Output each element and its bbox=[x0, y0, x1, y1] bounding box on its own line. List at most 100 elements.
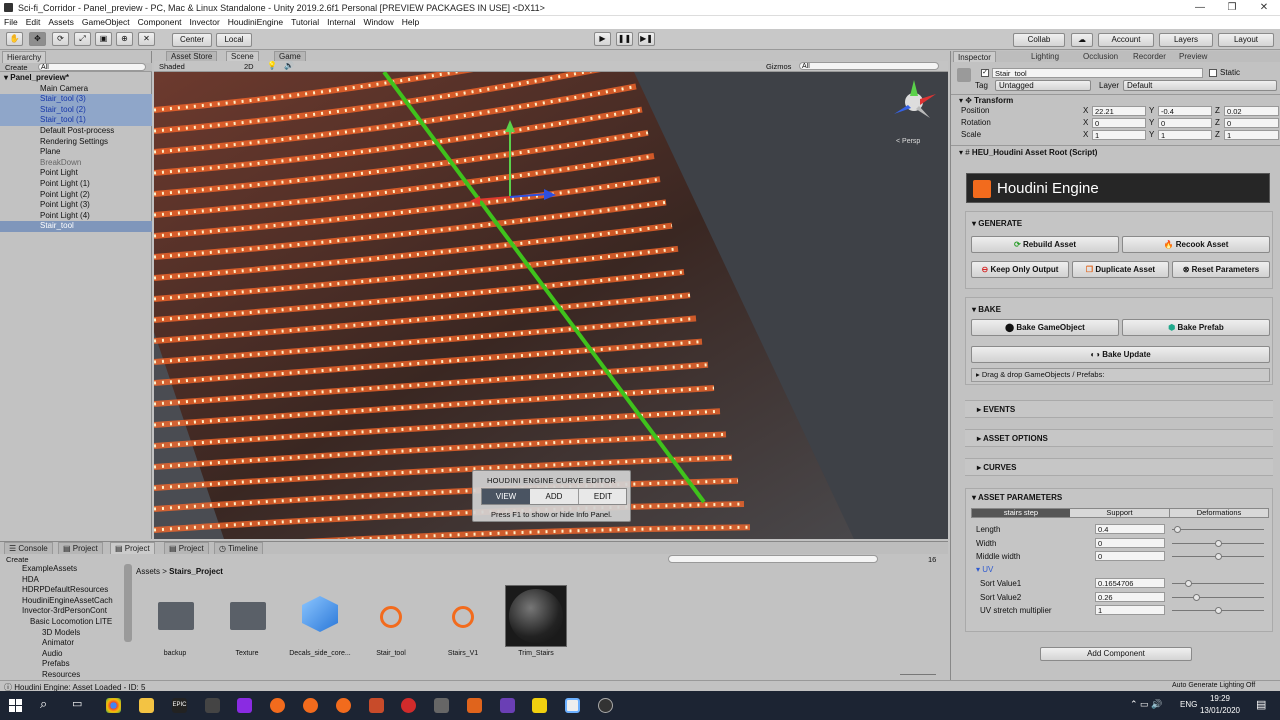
layout-dropdown[interactable]: Layout bbox=[1218, 33, 1274, 47]
menu-window[interactable]: Window bbox=[359, 16, 397, 27]
scale-z-input[interactable]: 1 bbox=[1224, 130, 1279, 140]
tree-item-audio[interactable]: Audio bbox=[0, 649, 132, 660]
tree-item-animator[interactable]: Animator bbox=[0, 638, 132, 649]
duplicate-asset-button[interactable]: ❐ Duplicate Asset bbox=[1072, 261, 1169, 278]
hierarchy-search-input[interactable]: All bbox=[38, 63, 146, 71]
bake-update-button[interactable]: ◐◑ Bake Update bbox=[971, 346, 1270, 363]
houdini-asset-icon[interactable] bbox=[380, 606, 402, 628]
folder-icon[interactable] bbox=[158, 602, 194, 630]
tab-occlusion[interactable]: Occlusion bbox=[1083, 52, 1118, 61]
tab-inspector[interactable]: Inspector bbox=[953, 51, 996, 62]
asset-texture[interactable]: Texture bbox=[216, 650, 278, 657]
tree-item-hdrp[interactable]: HDRPDefaultResources bbox=[0, 585, 132, 596]
tab-scene[interactable]: Scene bbox=[226, 51, 259, 61]
clock-time[interactable]: 19:29 bbox=[1200, 694, 1240, 703]
breadcrumb-stairs-project[interactable]: Stairs_Project bbox=[169, 567, 223, 576]
drag-drop-field[interactable]: ▸ Drag & drop GameObjects / Prefabs: bbox=[971, 368, 1270, 382]
script-header[interactable]: ▾ # HEU_Houdini Asset Root (Script) bbox=[951, 145, 1280, 157]
uv-param-slider-thumb-1[interactable] bbox=[1192, 593, 1200, 601]
param-tab-support[interactable]: Support bbox=[1070, 509, 1170, 517]
chrome-icon[interactable] bbox=[106, 698, 121, 713]
menu-help[interactable]: Help bbox=[398, 16, 423, 27]
tree-item-hda[interactable]: HDA bbox=[0, 575, 132, 586]
lighting-icon[interactable]: 💡 bbox=[267, 61, 277, 70]
project-create-button[interactable]: Create bbox=[6, 555, 29, 564]
app-icon[interactable] bbox=[500, 698, 515, 713]
hierarchy-create-button[interactable]: Create bbox=[5, 63, 28, 72]
hierarchy-item-point-light-1[interactable]: Point Light (1) bbox=[0, 179, 152, 190]
tab-asset-store[interactable]: Asset Store bbox=[166, 51, 218, 61]
scene-root-row[interactable]: ▾ Panel_preview* bbox=[0, 73, 152, 84]
persp-label[interactable]: < Persp bbox=[896, 138, 920, 145]
tab-preview[interactable]: Preview bbox=[1179, 52, 1207, 61]
thumbnail-size-slider[interactable] bbox=[900, 674, 936, 675]
app-icon[interactable] bbox=[401, 698, 416, 713]
tab-hierarchy[interactable]: Hierarchy bbox=[2, 51, 47, 63]
transform-tool-icon[interactable]: ⊕ bbox=[116, 32, 133, 46]
menu-assets[interactable]: Assets bbox=[44, 16, 78, 27]
uv-param-input-1[interactable]: 0.26 bbox=[1095, 591, 1165, 602]
param-input-1[interactable]: 0 bbox=[1095, 537, 1165, 548]
menu-gameobject[interactable]: GameObject bbox=[78, 16, 134, 27]
scene-view[interactable]: < Persp bbox=[154, 72, 948, 539]
step-icon[interactable]: ▶❚ bbox=[638, 32, 655, 46]
param-slider-0[interactable] bbox=[1172, 526, 1264, 533]
tab-console[interactable]: ☰ Console bbox=[4, 542, 53, 554]
breadcrumb-assets[interactable]: Assets bbox=[136, 567, 160, 576]
scale-x-input[interactable]: 1 bbox=[1092, 130, 1146, 140]
uv-param-slider-thumb-0[interactable] bbox=[1184, 580, 1192, 587]
uv-param-slider-thumb-2[interactable] bbox=[1215, 607, 1222, 614]
param-slider-1[interactable] bbox=[1172, 539, 1264, 547]
tree-item-basic-locomotion[interactable]: Basic Locomotion LITE bbox=[0, 617, 132, 628]
app-icon[interactable] bbox=[532, 698, 547, 713]
project-tree-scrollbar[interactable] bbox=[124, 564, 132, 642]
unity-taskbar-icon[interactable] bbox=[565, 698, 580, 713]
uv-param-slider-0[interactable] bbox=[1172, 580, 1264, 587]
language-indicator[interactable]: ENG bbox=[1180, 700, 1197, 709]
affinity-icon[interactable] bbox=[237, 698, 252, 713]
pause-icon[interactable]: ❚❚ bbox=[616, 32, 633, 46]
position-z-input[interactable]: 0.02 bbox=[1224, 106, 1279, 116]
project-search-input[interactable] bbox=[668, 555, 878, 563]
menu-edit[interactable]: Edit bbox=[22, 16, 45, 27]
rotation-x-input[interactable]: 0 bbox=[1092, 118, 1146, 128]
minimize-icon[interactable]: — bbox=[1188, 2, 1212, 13]
task-view-icon[interactable]: ▭ bbox=[72, 697, 82, 710]
menu-internal[interactable]: Internal bbox=[323, 16, 359, 27]
hand-tool-icon[interactable]: ✋ bbox=[6, 32, 23, 46]
hierarchy-item-breakdown[interactable]: BreakDown bbox=[0, 158, 152, 169]
bake-prefab-button[interactable]: ⬢ Bake Prefab bbox=[1122, 319, 1270, 336]
events-section[interactable]: ▸ EVENTS bbox=[965, 400, 1273, 418]
uv-param-slider-2[interactable] bbox=[1172, 607, 1264, 614]
mode-2d-toggle[interactable]: 2D bbox=[244, 62, 254, 71]
start-icon[interactable] bbox=[9, 699, 22, 712]
epic-launcher-icon[interactable]: EPIC bbox=[172, 698, 187, 713]
position-y-input[interactable]: -0.4 bbox=[1158, 106, 1212, 116]
play-icon[interactable]: ▶ bbox=[594, 32, 611, 46]
curve-edit-button[interactable]: EDIT bbox=[579, 489, 627, 504]
param-slider-thumb-2[interactable] bbox=[1215, 553, 1222, 560]
param-tab-deformations[interactable]: Deformations bbox=[1170, 509, 1268, 517]
param-slider-2[interactable] bbox=[1172, 553, 1264, 560]
layers-dropdown[interactable]: Layers bbox=[1159, 33, 1213, 47]
asset-trim-stairs[interactable]: Trim_Stairs bbox=[504, 650, 568, 657]
gizmos-dropdown[interactable]: Gizmos bbox=[766, 62, 791, 71]
scale-y-input[interactable]: 1 bbox=[1158, 130, 1212, 140]
hierarchy-item-point-light-4[interactable]: Point Light (4) bbox=[0, 211, 152, 222]
param-tab-stairs-step[interactable]: stairs step bbox=[972, 509, 1070, 517]
rect-tool-icon[interactable]: ▣ bbox=[95, 32, 112, 46]
transform-header[interactable]: ▾ ✥ Transform bbox=[951, 94, 1280, 105]
file-explorer-icon[interactable] bbox=[139, 698, 154, 713]
system-tray-icons[interactable]: ⌃ ▭ 🔊 bbox=[1130, 699, 1162, 710]
uv-param-input-2[interactable]: 1 bbox=[1095, 605, 1165, 615]
object-name-input[interactable]: Stair_tool bbox=[992, 68, 1203, 78]
uv-param-input-0[interactable]: 0.1654706 bbox=[1095, 578, 1165, 588]
app-icon[interactable] bbox=[434, 698, 449, 713]
position-x-input[interactable]: 22.21 bbox=[1092, 106, 1146, 116]
scene-search-input[interactable]: All bbox=[799, 62, 939, 70]
asset-stairs-v1[interactable]: Stairs_V1 bbox=[432, 650, 494, 657]
rotate-tool-icon[interactable]: ⟳ bbox=[52, 32, 69, 46]
menu-tutorial[interactable]: Tutorial bbox=[287, 16, 323, 27]
tree-item-exampleassets[interactable]: ExampleAssets bbox=[0, 564, 132, 575]
uv-foldout[interactable]: ▾ UV bbox=[976, 565, 993, 574]
